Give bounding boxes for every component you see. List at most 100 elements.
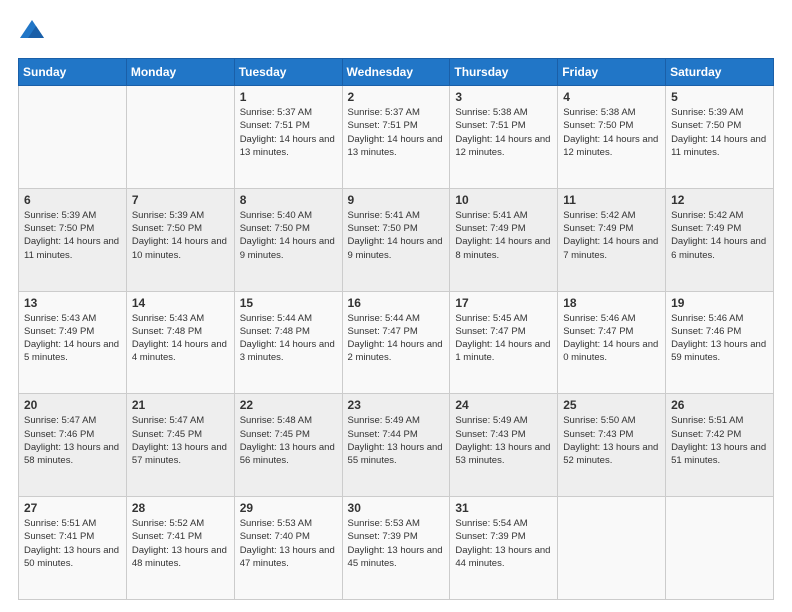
weekday-header: Monday — [126, 59, 234, 86]
day-info: Sunrise: 5:39 AM Sunset: 7:50 PM Dayligh… — [671, 106, 768, 159]
day-info: Sunrise: 5:45 AM Sunset: 7:47 PM Dayligh… — [455, 312, 552, 365]
day-number: 28 — [132, 501, 229, 515]
calendar-day-cell: 30 Sunrise: 5:53 AM Sunset: 7:39 PM Dayli… — [342, 497, 450, 600]
day-info: Sunrise: 5:42 AM Sunset: 7:49 PM Dayligh… — [671, 209, 768, 262]
day-number: 17 — [455, 296, 552, 310]
logo-icon — [18, 18, 46, 46]
calendar-day-cell: 7 Sunrise: 5:39 AM Sunset: 7:50 PM Daylig… — [126, 188, 234, 291]
day-info: Sunrise: 5:49 AM Sunset: 7:44 PM Dayligh… — [348, 414, 445, 467]
day-number: 27 — [24, 501, 121, 515]
calendar-day-cell: 18 Sunrise: 5:46 AM Sunset: 7:47 PM Dayli… — [558, 291, 666, 394]
calendar-day-cell: 8 Sunrise: 5:40 AM Sunset: 7:50 PM Daylig… — [234, 188, 342, 291]
calendar-day-cell: 9 Sunrise: 5:41 AM Sunset: 7:50 PM Daylig… — [342, 188, 450, 291]
day-number: 24 — [455, 398, 552, 412]
calendar-week-row: 27 Sunrise: 5:51 AM Sunset: 7:41 PM Dayli… — [19, 497, 774, 600]
day-number: 26 — [671, 398, 768, 412]
day-number: 11 — [563, 193, 660, 207]
day-number: 9 — [348, 193, 445, 207]
day-info: Sunrise: 5:38 AM Sunset: 7:50 PM Dayligh… — [563, 106, 660, 159]
day-number: 23 — [348, 398, 445, 412]
calendar-day-cell — [666, 497, 774, 600]
weekday-header: Wednesday — [342, 59, 450, 86]
calendar-day-cell: 28 Sunrise: 5:52 AM Sunset: 7:41 PM Dayli… — [126, 497, 234, 600]
day-info: Sunrise: 5:37 AM Sunset: 7:51 PM Dayligh… — [240, 106, 337, 159]
day-info: Sunrise: 5:54 AM Sunset: 7:39 PM Dayligh… — [455, 517, 552, 570]
calendar-day-cell: 27 Sunrise: 5:51 AM Sunset: 7:41 PM Dayli… — [19, 497, 127, 600]
day-number: 6 — [24, 193, 121, 207]
day-number: 31 — [455, 501, 552, 515]
day-number: 3 — [455, 90, 552, 104]
calendar-day-cell: 25Sunrise: 5:50 AM Sunset: 7:43 PM Dayli… — [558, 394, 666, 497]
day-info: Sunrise: 5:38 AM Sunset: 7:51 PM Dayligh… — [455, 106, 552, 159]
day-number: 1 — [240, 90, 337, 104]
day-number: 2 — [348, 90, 445, 104]
calendar-day-cell: 23 Sunrise: 5:49 AM Sunset: 7:44 PM Dayli… — [342, 394, 450, 497]
day-number: 29 — [240, 501, 337, 515]
calendar-week-row: 1 Sunrise: 5:37 AM Sunset: 7:51 PM Daylig… — [19, 86, 774, 189]
calendar-day-cell: 10 Sunrise: 5:41 AM Sunset: 7:49 PM Dayli… — [450, 188, 558, 291]
calendar-day-cell: 26 Sunrise: 5:51 AM Sunset: 7:42 PM Dayli… — [666, 394, 774, 497]
calendar-table: SundayMondayTuesdayWednesdayThursdayFrid… — [18, 58, 774, 600]
header — [18, 18, 774, 46]
day-info: Sunrise: 5:43 AM Sunset: 7:48 PM Dayligh… — [132, 312, 229, 365]
calendar-day-cell: 1 Sunrise: 5:37 AM Sunset: 7:51 PM Daylig… — [234, 86, 342, 189]
day-info: Sunrise: 5:41 AM Sunset: 7:50 PM Dayligh… — [348, 209, 445, 262]
day-info: Sunrise: 5:42 AM Sunset: 7:49 PM Dayligh… — [563, 209, 660, 262]
day-number: 25 — [563, 398, 660, 412]
weekday-header: Tuesday — [234, 59, 342, 86]
day-number: 20 — [24, 398, 121, 412]
calendar-day-cell — [558, 497, 666, 600]
day-number: 12 — [671, 193, 768, 207]
day-info: Sunrise: 5:48 AM Sunset: 7:45 PM Dayligh… — [240, 414, 337, 467]
day-number: 10 — [455, 193, 552, 207]
calendar-day-cell: 13 Sunrise: 5:43 AM Sunset: 7:49 PM Dayli… — [19, 291, 127, 394]
day-info: Sunrise: 5:40 AM Sunset: 7:50 PM Dayligh… — [240, 209, 337, 262]
calendar-day-cell: 6 Sunrise: 5:39 AM Sunset: 7:50 PM Daylig… — [19, 188, 127, 291]
day-info: Sunrise: 5:47 AM Sunset: 7:46 PM Dayligh… — [24, 414, 121, 467]
day-info: Sunrise: 5:37 AM Sunset: 7:51 PM Dayligh… — [348, 106, 445, 159]
weekday-header: Thursday — [450, 59, 558, 86]
day-number: 7 — [132, 193, 229, 207]
day-info: Sunrise: 5:53 AM Sunset: 7:40 PM Dayligh… — [240, 517, 337, 570]
day-info: Sunrise: 5:47 AM Sunset: 7:45 PM Dayligh… — [132, 414, 229, 467]
calendar-header-row: SundayMondayTuesdayWednesdayThursdayFrid… — [19, 59, 774, 86]
day-number: 21 — [132, 398, 229, 412]
day-info: Sunrise: 5:39 AM Sunset: 7:50 PM Dayligh… — [132, 209, 229, 262]
day-number: 5 — [671, 90, 768, 104]
calendar-day-cell: 12 Sunrise: 5:42 AM Sunset: 7:49 PM Dayli… — [666, 188, 774, 291]
calendar-day-cell — [19, 86, 127, 189]
day-number: 4 — [563, 90, 660, 104]
day-number: 8 — [240, 193, 337, 207]
calendar-day-cell: 31 Sunrise: 5:54 AM Sunset: 7:39 PM Dayli… — [450, 497, 558, 600]
day-info: Sunrise: 5:53 AM Sunset: 7:39 PM Dayligh… — [348, 517, 445, 570]
weekday-header: Friday — [558, 59, 666, 86]
weekday-header: Sunday — [19, 59, 127, 86]
calendar-week-row: 13 Sunrise: 5:43 AM Sunset: 7:49 PM Dayli… — [19, 291, 774, 394]
calendar-day-cell: 29 Sunrise: 5:53 AM Sunset: 7:40 PM Dayli… — [234, 497, 342, 600]
calendar-day-cell: 17 Sunrise: 5:45 AM Sunset: 7:47 PM Dayli… — [450, 291, 558, 394]
day-number: 15 — [240, 296, 337, 310]
day-number: 13 — [24, 296, 121, 310]
day-info: Sunrise: 5:39 AM Sunset: 7:50 PM Dayligh… — [24, 209, 121, 262]
calendar-day-cell: 19Sunrise: 5:46 AM Sunset: 7:46 PM Dayli… — [666, 291, 774, 394]
day-info: Sunrise: 5:52 AM Sunset: 7:41 PM Dayligh… — [132, 517, 229, 570]
day-number: 14 — [132, 296, 229, 310]
calendar-day-cell: 4 Sunrise: 5:38 AM Sunset: 7:50 PM Daylig… — [558, 86, 666, 189]
logo — [18, 18, 50, 46]
calendar-day-cell: 15 Sunrise: 5:44 AM Sunset: 7:48 PM Dayli… — [234, 291, 342, 394]
day-info: Sunrise: 5:46 AM Sunset: 7:47 PM Dayligh… — [563, 312, 660, 365]
calendar-week-row: 20 Sunrise: 5:47 AM Sunset: 7:46 PM Dayli… — [19, 394, 774, 497]
day-number: 19 — [671, 296, 768, 310]
day-number: 18 — [563, 296, 660, 310]
day-info: Sunrise: 5:44 AM Sunset: 7:48 PM Dayligh… — [240, 312, 337, 365]
calendar-day-cell: 2 Sunrise: 5:37 AM Sunset: 7:51 PM Daylig… — [342, 86, 450, 189]
day-info: Sunrise: 5:51 AM Sunset: 7:41 PM Dayligh… — [24, 517, 121, 570]
day-number: 30 — [348, 501, 445, 515]
day-number: 22 — [240, 398, 337, 412]
day-number: 16 — [348, 296, 445, 310]
calendar-day-cell: 11 Sunrise: 5:42 AM Sunset: 7:49 PM Dayli… — [558, 188, 666, 291]
day-info: Sunrise: 5:41 AM Sunset: 7:49 PM Dayligh… — [455, 209, 552, 262]
calendar-day-cell: 22 Sunrise: 5:48 AM Sunset: 7:45 PM Dayli… — [234, 394, 342, 497]
day-info: Sunrise: 5:43 AM Sunset: 7:49 PM Dayligh… — [24, 312, 121, 365]
day-info: Sunrise: 5:51 AM Sunset: 7:42 PM Dayligh… — [671, 414, 768, 467]
